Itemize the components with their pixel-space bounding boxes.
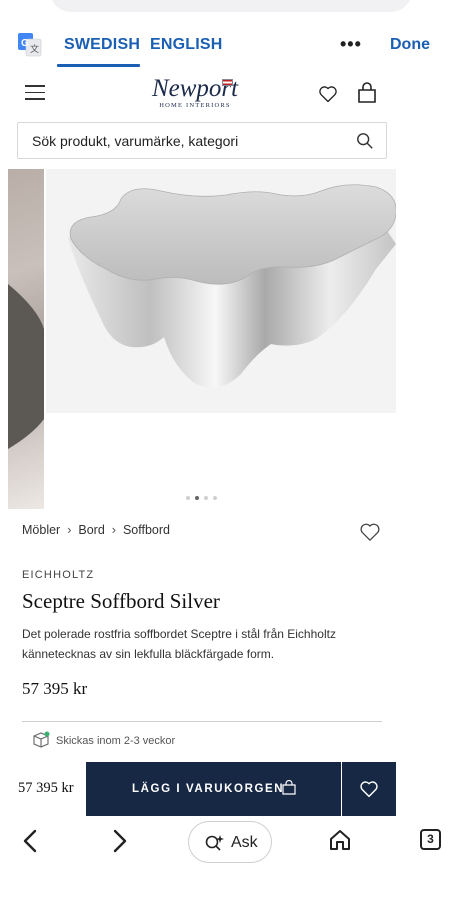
add-to-wishlist-heart-icon[interactable] — [359, 522, 381, 542]
previous-product-image[interactable] — [8, 169, 44, 509]
product-gallery[interactable] — [8, 169, 396, 509]
breadcrumb-item-soffbord[interactable]: Soffbord — [123, 523, 170, 537]
active-tab-indicator — [57, 64, 140, 67]
breadcrumb-item-bord[interactable]: Bord — [78, 523, 104, 537]
url-bar[interactable] — [50, 0, 412, 12]
flag-icon — [222, 79, 233, 86]
carousel-dot[interactable] — [204, 496, 208, 500]
shopping-bag-icon[interactable] — [357, 82, 377, 104]
carousel-dot-active[interactable] — [195, 496, 199, 500]
tab-english[interactable]: ENGLISH — [150, 36, 223, 54]
logo-tagline: HOME INTERIORS — [159, 102, 231, 109]
product-image[interactable] — [46, 169, 396, 413]
wishlist-button[interactable] — [342, 762, 396, 816]
forward-icon[interactable] — [110, 828, 130, 854]
google-translate-icon[interactable]: G 文 — [18, 33, 42, 57]
browser-toolbar: Ask 3 — [0, 816, 461, 900]
heart-icon — [360, 781, 378, 798]
logo[interactable]: Newport HOME INTERIORS — [140, 76, 250, 116]
wishlist-heart-icon[interactable] — [318, 84, 338, 104]
breadcrumb: Möbler › Bord › Soffbord — [22, 523, 170, 537]
back-icon[interactable] — [20, 828, 40, 854]
svg-text:文: 文 — [30, 43, 39, 54]
tabs-button[interactable]: 3 — [420, 829, 441, 850]
carousel-dots[interactable] — [186, 487, 222, 505]
breadcrumb-item-mobler[interactable]: Möbler — [22, 523, 60, 537]
breadcrumb-separator: › — [67, 523, 72, 537]
shipping-text: Skickas inom 2-3 veckor — [56, 735, 176, 747]
search-input[interactable] — [32, 123, 352, 158]
menu-icon[interactable] — [25, 85, 45, 101]
site-header: Newport HOME INTERIORS — [0, 70, 461, 118]
search-icon[interactable] — [356, 132, 374, 150]
bag-icon — [282, 780, 296, 795]
search-box — [17, 122, 387, 159]
ask-search-icon — [205, 835, 224, 851]
carousel-dot[interactable] — [186, 496, 190, 500]
done-button[interactable]: Done — [390, 36, 430, 54]
add-to-cart-button[interactable]: LÄGG I VARUKORGEN — [86, 762, 341, 816]
package-icon — [33, 731, 50, 748]
tab-swedish[interactable]: SWEDISH — [64, 36, 140, 54]
carousel-dot[interactable] — [213, 496, 217, 500]
sticky-price: 57 395 kr — [18, 780, 74, 796]
home-icon[interactable] — [328, 828, 352, 852]
translate-bar: G 文 SWEDISH ENGLISH ••• Done — [0, 22, 461, 68]
ask-button[interactable]: Ask — [188, 821, 272, 863]
ask-label: Ask — [231, 834, 258, 851]
divider — [22, 721, 382, 722]
product-price: 57 395 kr — [22, 679, 88, 698]
breadcrumb-separator: › — [111, 523, 116, 537]
svg-text:G: G — [21, 38, 29, 49]
product-brand[interactable]: EICHHOLTZ — [22, 569, 94, 581]
more-options-button[interactable]: ••• — [340, 34, 362, 55]
add-to-cart-label: LÄGG I VARUKORGEN — [132, 783, 285, 795]
sticky-cart-bar: 57 395 kr LÄGG I VARUKORGEN — [0, 762, 396, 816]
logo-wordmark: Newport — [151, 75, 239, 102]
product-description: Det polerade rostfria soffbordet Sceptre… — [22, 627, 336, 661]
product-title: Sceptre Soffbord Silver — [22, 589, 220, 613]
